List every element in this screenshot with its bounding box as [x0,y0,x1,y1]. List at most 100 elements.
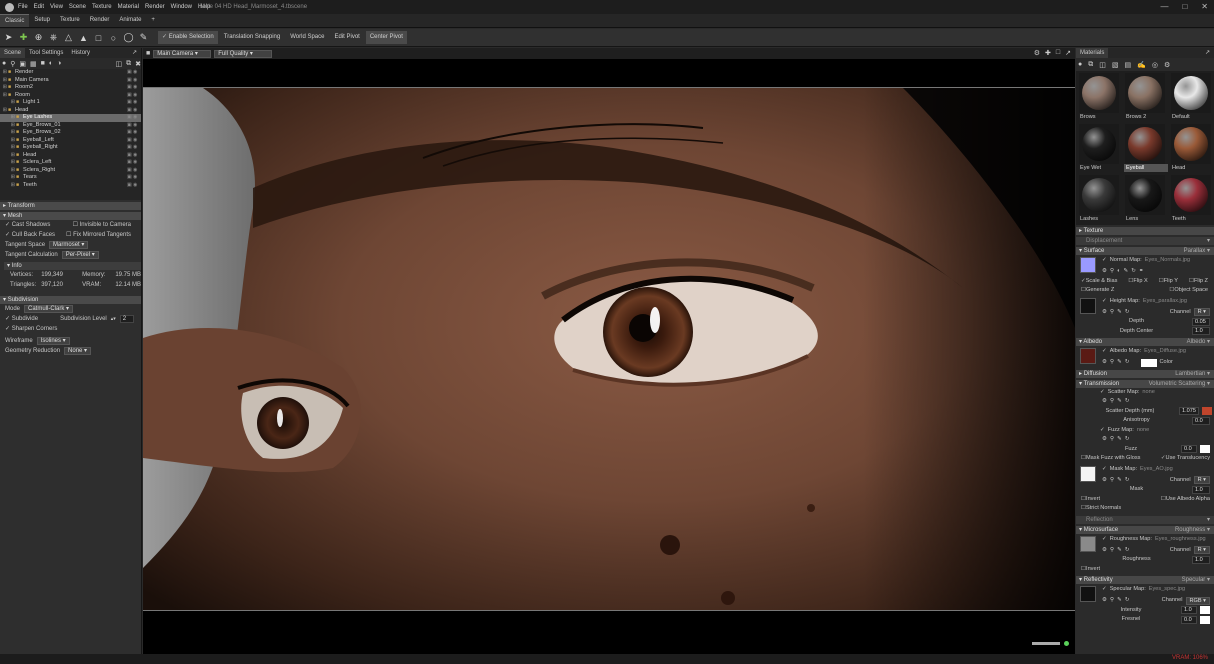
viewport-menu-icon[interactable]: ■ [146,50,150,57]
circle-select-icon[interactable]: ○ [107,31,120,44]
flip-z-checkbox[interactable]: ☐Flip Z [1189,277,1208,287]
specular-map-file[interactable]: Eyes_spec.jpg [1149,585,1185,595]
outliner-item[interactable]: ⊞ ■ Sclera_Left ▣ ◉ [0,159,141,167]
fresnel-input[interactable]: 0.0 [1181,615,1197,624]
fresnel-color-swatch[interactable] [1200,615,1210,624]
subdivision-level-stepper[interactable]: ▴▾ [111,314,116,324]
expand-icon[interactable]: ⊞ [0,84,8,92]
roughness-zoom-icon[interactable]: ⚲ [1110,546,1114,556]
roughness-input[interactable]: 1.0 [1192,555,1210,564]
tab-materials[interactable]: Materials [1076,48,1109,58]
subdivision-mode-dropdown[interactable]: Catmull-Clark ▾ [24,305,74,313]
tab-history[interactable]: History [67,48,94,58]
scatter-settings-icon[interactable]: ⚙ [1102,397,1107,407]
mask-zoom-icon[interactable]: ⚲ [1110,476,1114,486]
object-space-checkbox[interactable]: ☐Object Space [1169,286,1208,296]
roughness-invert-checkbox[interactable]: ☐Invert [1081,565,1100,575]
roughness-map-checkbox[interactable]: ✓ [1102,535,1107,545]
minimize-icon[interactable]: — [1160,2,1168,11]
expand-icon[interactable]: ⊞ [0,99,16,107]
texture-section[interactable]: ▸ Texture [1076,227,1214,235]
visibility-eye-icon[interactable]: ◉ [133,182,139,190]
lasso-select-icon[interactable]: ◯ [122,31,135,44]
mask-fuzz-gloss-checkbox[interactable]: ☐Mask Fuzz with Gloss [1081,454,1140,464]
outliner-item[interactable]: ⊞ ■ Light 1 ▣ ◉ [0,99,141,107]
rotate-gizmo-icon[interactable]: ⊕ [32,31,45,44]
material-swatch[interactable]: Eye Wet [1078,124,1122,172]
expand-icon[interactable]: ⊞ [0,174,16,182]
viewport-undock-icon[interactable]: ↗ [1065,49,1071,57]
menu-scene[interactable]: Scene [69,4,86,10]
outliner-item[interactable]: ⊞ ■ Eye Lashes ▣ ◉ [0,114,141,122]
visibility-eye-icon[interactable]: ◉ [133,152,139,160]
expand-icon[interactable]: ⊞ [0,114,16,122]
viewport-move-icon[interactable]: ✚ [1045,49,1051,57]
visibility-eye-icon[interactable]: ◉ [133,99,139,107]
visibility-eye-icon[interactable]: ◉ [133,159,139,167]
slot-edit-icon[interactable]: ✎ [1124,267,1129,277]
specular-reload-icon[interactable]: ↻ [1125,596,1130,606]
normal-map-checkbox[interactable]: ✓ [1102,256,1107,266]
move-gizmo-icon[interactable]: ✚ [17,31,30,44]
viewport[interactable]: ■ Main Camera ▾ Full Quality ▾ ⚙ ✚ □ ↗ [143,48,1075,654]
use-translucency-checkbox[interactable]: ✓Use Translucency [1161,454,1210,464]
subdivide-checkbox[interactable]: ✓ Subdivide [5,314,38,324]
tab-tool-settings[interactable]: Tool Settings [25,48,67,58]
outliner-item[interactable]: ⊞ ■ Eye_Brows_02 ▣ ◉ [0,129,141,137]
visibility-eye-icon[interactable]: ◉ [133,77,139,85]
invert-checkbox[interactable]: ☐Invert [1081,495,1100,505]
outliner-item[interactable]: ⊞ ■ Sclera_Right ▣ ◉ [0,167,141,175]
tab-texture[interactable]: Texture [55,14,85,27]
fuzz-reload-icon[interactable]: ↻ [1125,435,1130,445]
menu-window[interactable]: Window [171,4,192,10]
mask-map-file[interactable]: Eyes_AO.jpg [1140,465,1173,475]
enable-selection-toggle[interactable]: ✓ Enable Selection [158,31,218,44]
render-view[interactable] [143,87,1075,611]
albedo-zoom-icon[interactable]: ⚲ [1110,358,1114,368]
roughness-edit-icon[interactable]: ✎ [1117,546,1122,556]
scatter-map-checkbox[interactable]: ✓ [1100,388,1105,398]
material-picker-icon[interactable]: ✍ [1137,61,1146,69]
material-settings-icon[interactable]: ⚙ [1164,61,1170,69]
normal-map-file[interactable]: Eyes_Normals.jpg [1145,256,1190,266]
tab-render[interactable]: Render [85,14,115,27]
tangent-calc-dropdown[interactable]: Per-Pixel ▾ [61,251,99,259]
expand-icon[interactable]: ⊞ [0,77,8,85]
height-reload-icon[interactable]: ↻ [1125,308,1130,318]
mesh-section[interactable]: ▾ Mesh [0,212,141,220]
quality-dropdown[interactable]: Full Quality ▾ [214,49,273,58]
visibility-eye-icon[interactable]: ◉ [133,114,139,122]
microsurface-section[interactable]: ▾ Microsurface Roughness ▾ [1076,525,1214,534]
expand-icon[interactable]: ⊞ [0,182,16,190]
cull-back-faces-checkbox[interactable]: ✓ Cull Back Faces [5,230,55,240]
subdivision-section[interactable]: ▾ Subdivision [0,296,141,304]
material-swatch[interactable]: Lashes [1078,175,1122,223]
fuzz-map-file[interactable]: none [1137,426,1149,436]
add-shadow-icon[interactable]: ◐ [49,60,53,67]
expand-icon[interactable]: ⊞ [0,122,16,130]
scatter-color-swatch[interactable] [1202,407,1212,416]
anisotropy-input[interactable]: 0.0 [1192,416,1210,425]
albedo-color-swatch[interactable] [1140,358,1157,367]
visibility-eye-icon[interactable]: ◉ [133,107,139,115]
surface-section[interactable]: ▾ Surface Parallax ▾ [1076,247,1214,255]
displacement-section[interactable]: Displacement ▾ [1076,237,1214,245]
mask-edit-icon[interactable]: ✎ [1117,476,1122,486]
flip-y-checkbox[interactable]: ☐Flip Y [1159,277,1178,287]
intensity-input[interactable]: 1.0 [1181,606,1197,615]
translation-snapping-toggle[interactable]: Translation Snapping [220,31,284,44]
menu-edit[interactable]: Edit [34,4,44,10]
expand-icon[interactable]: ⊞ [0,92,8,100]
duplicate-material-icon[interactable]: ⧉ [1088,61,1093,69]
material-swatch[interactable]: Lens [1124,175,1168,223]
outliner-item[interactable]: ⊞ ■ Eye_Brows_01 ▣ ◉ [0,122,141,130]
invisible-to-camera-checkbox[interactable]: ☐ Invisible to Camera [73,220,131,230]
center-pivot-button[interactable]: Center Pivot [365,31,407,44]
info-section[interactable]: ▾ Info [4,262,141,270]
scale-gizmo-icon[interactable]: ⎈ [47,31,60,44]
cast-shadows-checkbox[interactable]: ✓ Cast Shadows [5,220,50,230]
delete-icon[interactable]: ✖ [135,60,141,68]
transform-gizmo-icon[interactable]: △ [62,31,75,44]
menu-material[interactable]: Material [118,4,139,10]
tab-scene[interactable]: Scene [0,48,26,58]
